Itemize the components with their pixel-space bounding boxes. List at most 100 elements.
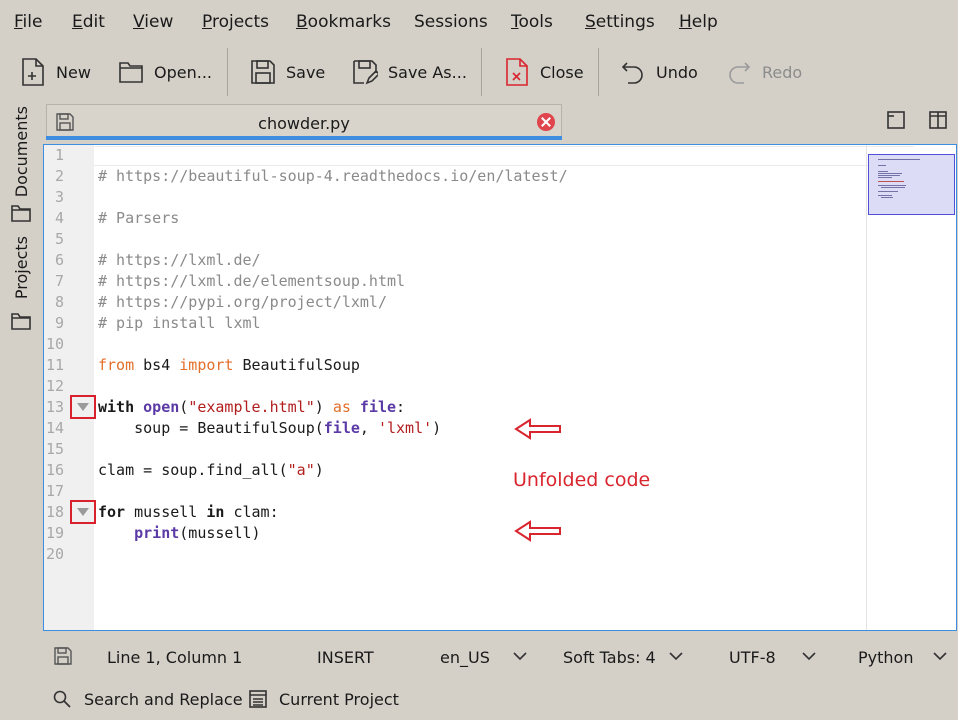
folder-icon[interactable]	[11, 204, 31, 222]
line-number: 9	[54, 314, 64, 332]
code-token: (mussell)	[179, 524, 261, 542]
folder-icon	[119, 62, 143, 83]
toolbar-separator	[598, 48, 599, 96]
split-view-icon[interactable]	[928, 110, 948, 130]
undo-button-label: Undo	[656, 62, 698, 82]
menu-bookmarks-label: ookmarks	[307, 12, 391, 32]
line-number: 20	[45, 545, 64, 563]
redo-button[interactable]: Redo	[726, 50, 802, 94]
menu-help[interactable]: Help	[679, 11, 718, 33]
builtin: file	[359, 398, 397, 416]
menu-edit[interactable]: Edit	[72, 11, 105, 33]
syntax-mode[interactable]: Python	[858, 648, 913, 667]
input-mode[interactable]: INSERT	[317, 648, 374, 667]
minimap-line	[878, 159, 920, 160]
fold-toggle-icon[interactable]	[70, 500, 96, 524]
save-as-button[interactable]: Save As...	[352, 50, 467, 94]
save-button[interactable]: Save	[250, 50, 325, 94]
chevron-down-icon[interactable]	[932, 650, 948, 662]
undo-button[interactable]: Undo	[620, 50, 698, 94]
code-line-9: 9 # pip install lxml	[44, 313, 864, 334]
minimap-line	[878, 165, 886, 166]
menu-bookmarks[interactable]: Bookmarks	[296, 11, 391, 33]
code-token: ,	[359, 419, 378, 437]
code-token: )	[432, 419, 442, 437]
menu-projects[interactable]: Projects	[202, 11, 269, 33]
menu-view[interactable]: View	[133, 11, 173, 33]
code-line-12: 12	[44, 376, 864, 397]
menu-tools[interactable]: Tools	[511, 11, 553, 33]
code-line-14: 14 soup = BeautifulSoup(file, 'lxml')	[44, 418, 864, 439]
save-as-button-label: Save As...	[388, 62, 467, 82]
keyword: as	[332, 398, 351, 416]
encoding[interactable]: UTF-8	[729, 648, 776, 667]
code-line-2: 2 # https://beautiful-soup-4.readthedocs.…	[44, 166, 864, 187]
current-project-button[interactable]: Current Project	[248, 689, 399, 709]
code-text: # https://pypi.org/project/lxml/	[98, 293, 387, 311]
open-button[interactable]: Open...	[118, 50, 212, 94]
line-number: 1	[54, 146, 64, 164]
code-text: print(mussell)	[98, 523, 261, 544]
line-number: 6	[54, 251, 64, 269]
code-line-6: 6 # https://lxml.de/	[44, 250, 864, 271]
code-token: )	[314, 461, 324, 479]
close-button[interactable]: Close	[504, 50, 584, 94]
search-icon	[53, 690, 71, 708]
minimap[interactable]	[868, 154, 955, 215]
menu-file[interactable]: File	[14, 11, 42, 33]
menu-bar: File Edit View Projects Bookmarks Sessio…	[0, 0, 958, 44]
menu-settings[interactable]: Settings	[585, 11, 655, 33]
spell-language[interactable]: en_US	[440, 648, 490, 667]
menu-view-label: iew	[144, 12, 174, 32]
chevron-down-icon[interactable]	[668, 650, 684, 662]
close-file-icon	[506, 58, 528, 86]
close-icon[interactable]	[537, 113, 555, 131]
line-number: 18	[45, 503, 64, 521]
minimap-line	[878, 171, 888, 172]
folder-icon[interactable]	[11, 312, 31, 330]
code-line-17: 17	[44, 481, 864, 502]
single-view-icon[interactable]	[886, 110, 906, 130]
line-number: 17	[45, 482, 64, 500]
line-number: 7	[54, 272, 64, 290]
minimap-line	[878, 173, 902, 174]
code-editor[interactable]: 1 2 # https://beautiful-soup-4.readthedoc…	[43, 144, 957, 631]
line-number: 3	[54, 188, 64, 206]
documents-panel-tab[interactable]: Documents	[12, 106, 31, 197]
search-and-replace-button[interactable]: Search and Replace	[52, 689, 243, 709]
minimap-line	[878, 195, 892, 196]
keyword: from	[98, 356, 135, 374]
left-arrow-icon	[514, 520, 561, 542]
active-tab-indicator	[46, 136, 562, 140]
save-icon	[251, 60, 275, 84]
menu-file-mnemonic: F	[14, 12, 23, 32]
fold-toggle-icon[interactable]	[70, 395, 96, 419]
cursor-position[interactable]: Line 1, Column 1	[107, 648, 242, 667]
open-button-label: Open...	[154, 62, 212, 82]
projects-panel-label: Projects	[12, 236, 31, 300]
code-token: :	[396, 398, 406, 416]
documents-panel-label: Documents	[12, 106, 31, 198]
code-token: clam = soup.find_all(	[98, 461, 288, 479]
side-panel: Documents Projects	[0, 100, 42, 640]
indentation-setting[interactable]: Soft Tabs: 4	[563, 648, 656, 667]
menu-bookmarks-mnemonic: B	[296, 12, 308, 32]
code-line-10: 10	[44, 334, 864, 355]
code-line-16: 16 clam = soup.find_all("a")	[44, 460, 864, 481]
menu-tools-mnemonic: T	[511, 12, 519, 32]
keyword: in	[206, 503, 225, 521]
new-button[interactable]: New	[20, 50, 91, 94]
chevron-down-icon[interactable]	[512, 650, 528, 662]
toolbar-separator	[227, 48, 228, 96]
code-text: # https://lxml.de/	[98, 251, 261, 269]
chevron-down-icon[interactable]	[801, 650, 817, 662]
menu-help-mnemonic: H	[679, 12, 692, 32]
tab-chowder[interactable]: chowder.py	[46, 104, 562, 140]
annotation-label: Unfolded code	[513, 469, 651, 491]
menu-tools-label: ools	[518, 12, 553, 32]
line-number: 2	[54, 167, 64, 185]
minimap-line	[878, 181, 904, 182]
menu-sessions[interactable]: Sessions	[414, 11, 488, 33]
code-text: from bs4 import BeautifulSoup	[98, 355, 360, 376]
projects-panel-tab[interactable]: Projects	[12, 236, 31, 299]
